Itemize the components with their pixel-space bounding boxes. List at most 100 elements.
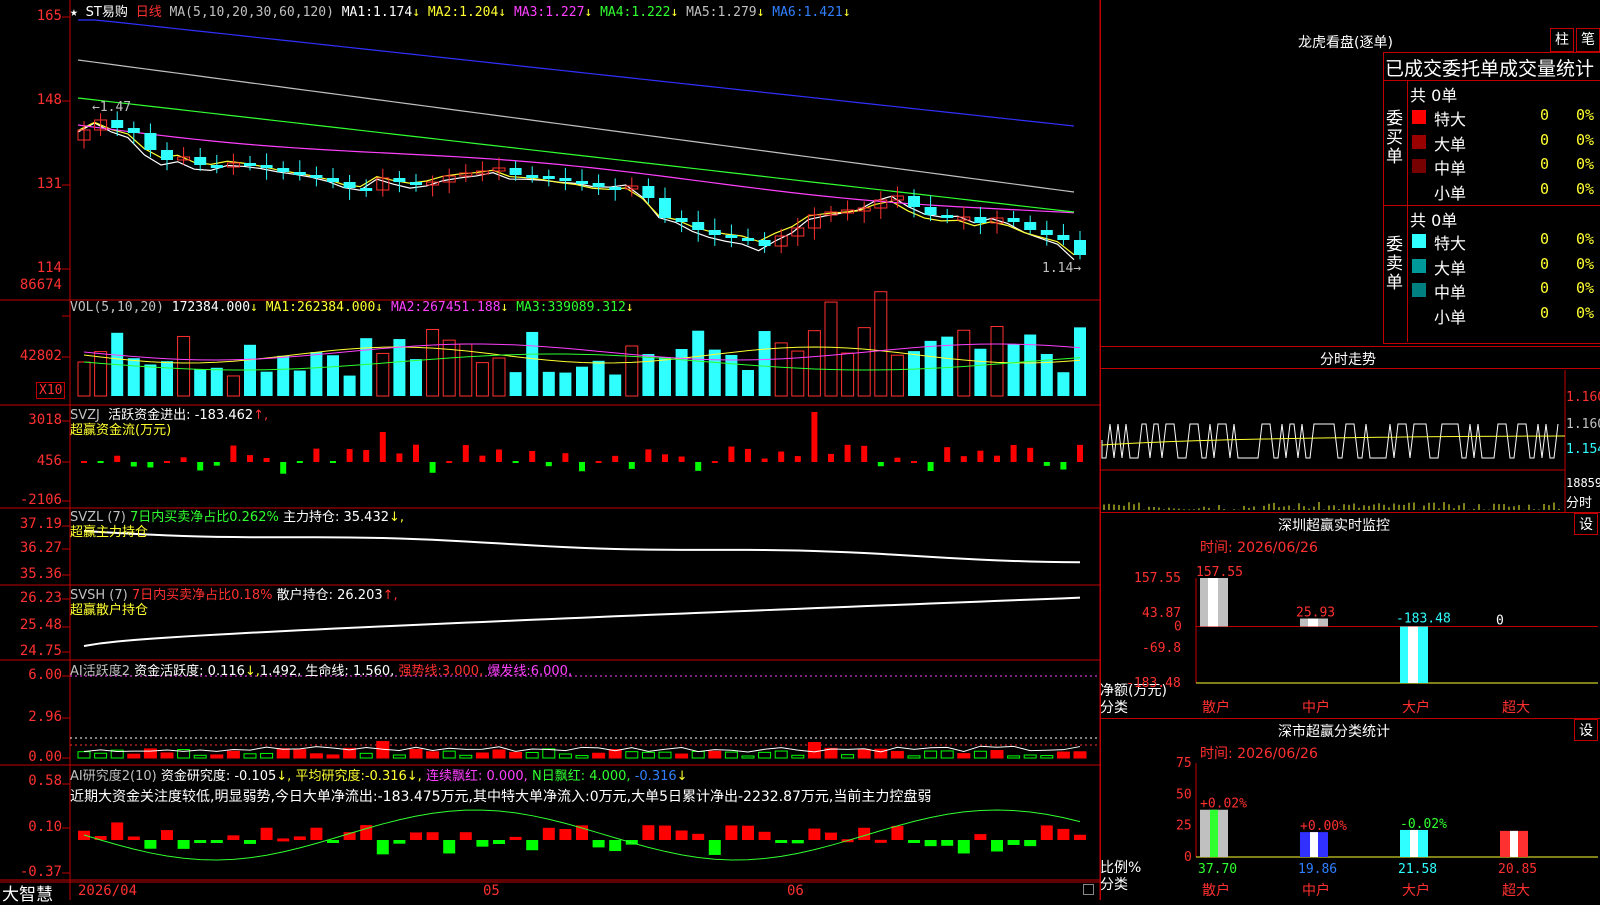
flow-bar [1043, 462, 1050, 466]
axis-tick: 0.58 [28, 773, 62, 789]
axis-tick: 50 [1176, 787, 1192, 802]
research-bar [376, 840, 389, 855]
research-bar [210, 840, 223, 843]
axis-tick: 157.55 [1134, 571, 1181, 586]
volume-bar [592, 360, 605, 396]
volume-bar [293, 370, 306, 396]
svzl-sub: 超赢主力持仓 [70, 525, 149, 540]
ma-line [77, 97, 1075, 213]
research-bar [808, 828, 821, 840]
flow-bar [130, 462, 137, 467]
value-label: 19.86 [1298, 862, 1337, 877]
volume-bar [426, 328, 440, 397]
volume-bar [874, 291, 888, 397]
flow-bar [944, 447, 951, 462]
volume-bar [692, 330, 705, 396]
flow-bar [263, 458, 270, 462]
bar-highlight [1310, 832, 1318, 857]
flow-bar [164, 461, 170, 463]
activity-bar [243, 753, 257, 759]
volume-bar [642, 354, 655, 396]
category-label: 中户 [1302, 882, 1330, 899]
volume-bar [410, 359, 422, 396]
activity-bar [625, 751, 639, 759]
axis-tick: 24.75 [19, 643, 62, 659]
flow-bar [396, 453, 403, 462]
stock-name[interactable]: ST易购 [86, 5, 128, 20]
activity-bar [841, 754, 855, 759]
bar-highlight [1208, 578, 1218, 627]
price-header: ★ ST易购 日线 MA(5,10,20,30,60,120) MA1:1.17… [70, 5, 851, 20]
axis-tick: 36.27 [19, 540, 62, 556]
flow-bar [379, 432, 386, 462]
flow-bar [828, 453, 834, 462]
flow-bar [313, 448, 320, 462]
activity-bar [359, 752, 373, 759]
research-bar [493, 840, 505, 845]
activity-bar [210, 754, 224, 759]
research-bar [725, 825, 738, 840]
candle [576, 181, 588, 184]
research-bar [459, 832, 472, 840]
activity-bar [957, 753, 971, 759]
bar-highlight [1410, 829, 1418, 857]
research-bar [675, 830, 688, 840]
activity-bar [1056, 751, 1070, 759]
flow-bar [728, 446, 735, 462]
data-label: 25.93 [1296, 606, 1335, 621]
flow-bar [114, 455, 121, 462]
volume-bar [492, 357, 506, 397]
candle [509, 168, 522, 175]
activity-bar [907, 755, 921, 759]
volume-bar [327, 355, 339, 396]
volume-bar [94, 351, 108, 397]
flow-bar [247, 455, 253, 462]
research-bar [476, 840, 489, 847]
activity-bar [442, 750, 456, 759]
star-icon[interactable]: ★ [70, 5, 78, 20]
activity-bar [127, 753, 141, 759]
activity-bar [558, 753, 572, 759]
ma-line [78, 19, 1075, 127]
research-bar [991, 840, 1003, 852]
category-label: 散户 [1202, 882, 1230, 899]
flow-bar [1077, 444, 1083, 462]
axis-tick: 86674 [19, 277, 62, 293]
volume-bar [161, 361, 173, 396]
activity-bar [990, 750, 1004, 759]
axis-tick: -69.8 [1142, 641, 1181, 656]
axis-tick: 37.19 [19, 516, 62, 532]
volume-bar [526, 331, 539, 396]
research-bar [825, 832, 837, 840]
flow-bar [877, 462, 884, 467]
research-bar [94, 836, 107, 840]
candle [111, 120, 124, 128]
candle [974, 217, 987, 223]
activity-bar [276, 748, 290, 759]
axis-tick: 114 [36, 260, 62, 276]
volume-bar [210, 367, 223, 396]
candle [1024, 222, 1037, 230]
data-label: -0.02% [1400, 817, 1447, 832]
research-bar [941, 840, 954, 846]
research-bar [260, 827, 273, 840]
research-bar [127, 836, 140, 840]
volume-bar [990, 326, 1004, 397]
period-label[interactable]: 日线 [136, 5, 162, 20]
candle [144, 133, 157, 150]
candle [1074, 240, 1086, 255]
svsh-sub: 超赢散户持仓 [70, 603, 149, 618]
bar-highlight [1510, 830, 1518, 857]
activity-bar [326, 754, 340, 759]
volume-bar [144, 364, 157, 396]
volume-bar [908, 351, 920, 396]
research-bar [443, 840, 456, 854]
activity-bar [592, 752, 606, 759]
candle [360, 188, 373, 191]
lock-icon[interactable] [1083, 884, 1094, 895]
data-label: 0 [1496, 614, 1504, 629]
volume-bar [260, 371, 273, 396]
activity-bar [1007, 755, 1021, 759]
flow-bar [977, 450, 984, 462]
candle [1040, 230, 1053, 235]
